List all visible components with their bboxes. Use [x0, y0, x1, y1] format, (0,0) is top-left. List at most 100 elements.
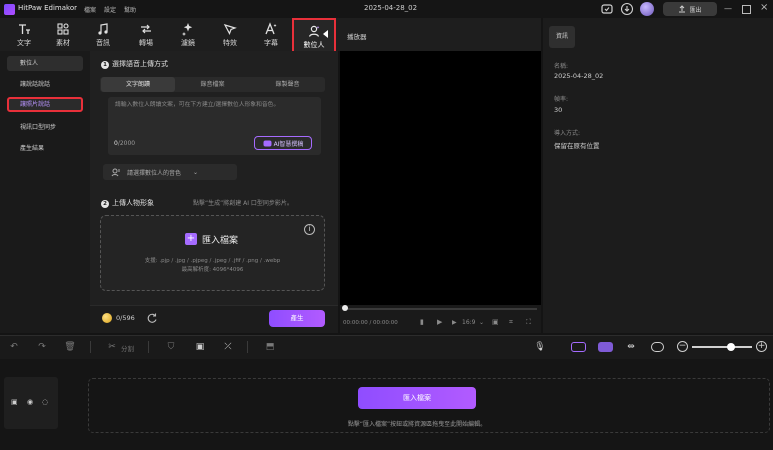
zoom-in-icon[interactable]: + — [756, 341, 767, 352]
chevron-down-icon[interactable]: ⌄ — [479, 319, 484, 326]
export-button[interactable]: 匯出 — [663, 2, 717, 16]
section1-title-text: 選擇語音上傳方式 — [112, 60, 168, 68]
assets-icon — [57, 23, 69, 35]
tool-effects[interactable]: 特效 — [212, 20, 248, 50]
tab-record[interactable]: 錄製聲音 — [250, 77, 325, 92]
redo-icon[interactable]: ↷ — [36, 341, 48, 353]
tool-text[interactable]: 文字 — [6, 20, 42, 50]
import-mode-value: 保留在原有位置 — [554, 142, 600, 150]
track-lock-icon[interactable]: ▣ — [11, 398, 18, 406]
name-value: 2025-04-28_02 — [554, 72, 604, 80]
tool-label: 素材 — [56, 39, 70, 47]
fullscreen-icon[interactable]: ⛶ — [526, 318, 531, 327]
delete-icon[interactable]: 🗑 — [64, 341, 76, 353]
sidebar-item-digital-human[interactable]: 數位人 — [7, 56, 83, 71]
menu-help[interactable]: 幫助 — [124, 5, 136, 14]
refresh-icon[interactable] — [146, 312, 158, 324]
close-icon[interactable]: × — [760, 2, 768, 13]
import-file-label[interactable]: 匯入檔案 — [202, 233, 238, 246]
export-label: 匯出 — [689, 6, 702, 14]
info-icon[interactable]: i — [304, 224, 315, 235]
chevron-down-icon: ⌄ — [193, 168, 199, 176]
char-counter: 0/2000 — [114, 140, 135, 147]
aspect-ratio[interactable]: 16:9 — [462, 319, 475, 326]
tab-text-to-speech[interactable]: 文字朗讀 — [101, 77, 175, 92]
tool-label: 音訊 — [96, 39, 110, 47]
ai-button-label: AI智慧撰稿 — [273, 140, 304, 148]
sidebar-item-photo-talk[interactable]: 讓照片說話 — [7, 97, 83, 112]
fit-icon[interactable] — [651, 342, 664, 352]
tab-info[interactable]: 資訊 — [549, 26, 575, 48]
prev-frame-icon[interactable]: ▮ — [420, 318, 424, 326]
undo-icon[interactable]: ↶ — [8, 341, 20, 353]
voice-select[interactable]: 請選擇數位人的音色 ⌄ — [103, 164, 237, 180]
track-visibility-icon[interactable]: ◉ — [27, 398, 33, 406]
fps-value: 30 — [554, 106, 563, 114]
sidebar-item-lip-sync[interactable]: 視訊口型同步 — [7, 120, 83, 135]
section2-hint: 點擊“生成”將創建 AI 口型同步影片。 — [193, 200, 293, 207]
snapshot-icon[interactable]: ▣ — [492, 318, 499, 326]
voice-select-label: 請選擇數位人的音色 — [127, 169, 182, 177]
split-track-icon[interactable]: ⇹ — [625, 341, 637, 353]
name-label: 名稱: — [554, 63, 569, 70]
divider — [148, 341, 149, 353]
split-label[interactable]: 分割 — [121, 343, 134, 353]
link-icon[interactable] — [571, 342, 586, 352]
scissors-icon[interactable]: ✂ — [106, 341, 118, 353]
text-icon — [19, 24, 30, 34]
collapse-arrow-icon[interactable] — [323, 30, 328, 38]
supported-formats: 支援: .pjp / .jpg / .pjpeg / .jpeg / .jfif… — [144, 258, 281, 264]
export-clip-icon[interactable]: ⬒ — [264, 341, 276, 353]
avatar-icon — [308, 25, 320, 37]
tool-label: 數位人 — [303, 41, 325, 49]
play-icon[interactable]: ▶ — [437, 318, 442, 326]
zoom-slider[interactable] — [692, 346, 752, 348]
ai-icon — [263, 140, 272, 146]
sidebar-item-results[interactable]: 產生結果 — [7, 141, 83, 156]
zoom-out-icon[interactable]: − — [677, 341, 688, 352]
effects-icon — [223, 24, 237, 35]
maximize-icon[interactable] — [742, 5, 751, 14]
ai-writing-button[interactable]: AI智慧撰稿 — [254, 136, 312, 150]
timeline-import-button[interactable]: 匯入檔案 — [358, 387, 476, 409]
char-max: /2000 — [117, 140, 136, 147]
filter-icon — [182, 23, 193, 36]
tool-filter[interactable]: 濾鏡 — [170, 20, 206, 50]
trim-icon[interactable]: ⤫ — [222, 341, 234, 353]
properties-panel — [543, 18, 773, 333]
progress-track[interactable] — [344, 308, 537, 310]
upload-icon — [679, 5, 686, 13]
track-mute-icon[interactable]: ◌ — [42, 398, 48, 406]
download-icon[interactable] — [620, 2, 634, 16]
feedback-icon[interactable] — [600, 2, 614, 16]
timecode: 00:00:00 / 00:00:00 — [343, 320, 398, 326]
coin-icon — [102, 313, 112, 323]
plus-icon[interactable]: + — [185, 233, 197, 245]
shield-icon[interactable]: ⛉ — [165, 341, 177, 353]
progress-handle[interactable] — [342, 305, 348, 311]
menu-settings[interactable]: 設定 — [104, 5, 116, 14]
minimize-icon[interactable]: — — [724, 4, 732, 13]
tool-label: 字幕 — [264, 39, 278, 47]
tool-assets[interactable]: 素材 — [45, 20, 81, 50]
next-frame-icon[interactable]: ▶ — [452, 319, 457, 326]
script-placeholder: 請輸入數位人朗讀文案，可在下方建立/選擇數位人形象和音色。 — [115, 102, 280, 108]
tool-transition[interactable]: 轉場 — [128, 20, 164, 50]
menu-file[interactable]: 檔案 — [84, 5, 96, 14]
crop-icon[interactable]: ⌗ — [509, 318, 513, 327]
image-dropzone[interactable] — [100, 215, 325, 291]
snap-icon[interactable] — [598, 342, 613, 352]
video-preview[interactable] — [340, 51, 541, 305]
microphone-icon[interactable]: 🎙 — [534, 341, 546, 353]
zoom-slider-handle[interactable] — [727, 343, 735, 351]
sidebar-item-talking[interactable]: 讓說話說話 — [7, 77, 83, 92]
tab-audio-file[interactable]: 錄音檔案 — [175, 77, 250, 92]
divider — [90, 341, 91, 353]
text-box-icon[interactable]: ▣ — [194, 341, 206, 353]
generate-button[interactable]: 產生 — [269, 310, 325, 327]
tool-subtitle[interactable]: 字幕 — [253, 20, 289, 50]
tool-audio[interactable]: 音訊 — [85, 20, 121, 50]
player-header — [340, 18, 541, 51]
user-avatar[interactable] — [640, 2, 654, 16]
max-resolution: 最高解析度: 4096*4096 — [181, 267, 244, 273]
